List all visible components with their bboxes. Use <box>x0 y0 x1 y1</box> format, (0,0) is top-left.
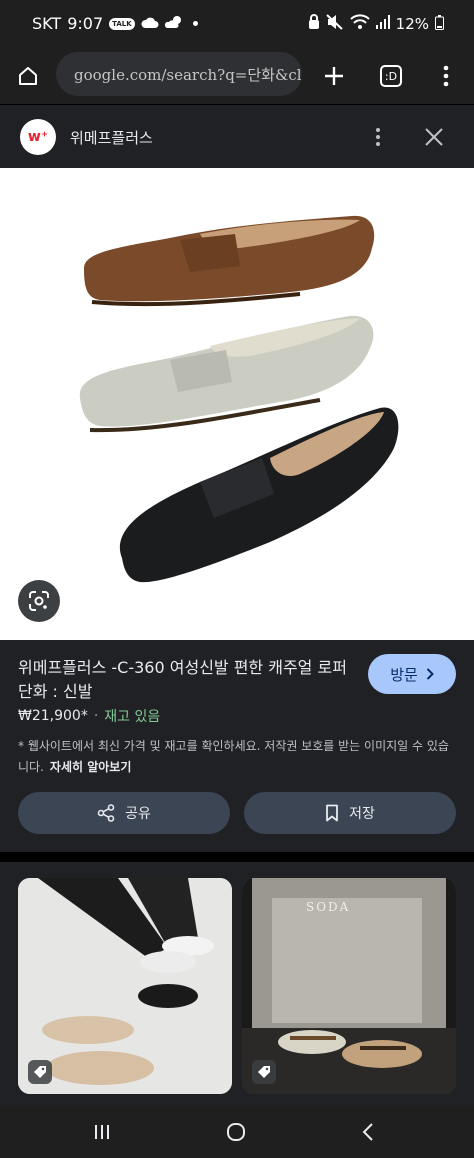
carrier: SKT <box>32 14 62 33</box>
more-vert-icon <box>376 128 380 132</box>
more-options-button[interactable] <box>366 121 390 153</box>
mute-icon <box>325 14 344 34</box>
related-images-grid: SODA <box>0 862 474 1106</box>
address-bar[interactable]: google.com/search?q=단화&cli <box>56 52 302 96</box>
cloud-icon <box>141 14 159 33</box>
time: 9:07 <box>67 14 104 33</box>
section-divider <box>0 852 474 862</box>
google-lens-button[interactable] <box>18 580 60 622</box>
home-icon <box>19 67 37 85</box>
visit-label: 방문 <box>390 665 418 684</box>
save-label: 저장 <box>349 806 375 822</box>
share-icon <box>97 804 115 822</box>
wifi-icon <box>349 14 370 34</box>
disclaimer: * 웹사이트에서 최신 가격 및 재고를 확인하세요. 저작권 보호를 받는 이… <box>18 736 454 778</box>
browser-menu-button[interactable] <box>426 56 466 96</box>
product-info-panel: 위메프플러스 -C-360 여성신발 편한 캐주얼 로퍼 단화 : 신발 방문 … <box>0 640 474 852</box>
close-icon <box>425 128 443 146</box>
signal-icon <box>375 15 390 33</box>
tab-count: :D <box>380 65 402 87</box>
recent-apps-button[interactable] <box>78 1114 126 1150</box>
separator: · <box>93 708 99 724</box>
plus-icon <box>325 67 343 85</box>
lens-icon <box>29 591 49 611</box>
price-row: ₩21,900* · 재고 있음 <box>18 706 160 726</box>
store-sign: SODA <box>306 900 351 914</box>
chevron-right-icon <box>426 668 434 680</box>
save-button[interactable]: 저장 <box>244 792 456 834</box>
battery-icon <box>435 14 444 34</box>
notification-dot-icon <box>192 21 198 26</box>
url-text: google.com/search?q=단화&cli <box>74 65 302 84</box>
talk-icon: TALK <box>109 17 135 30</box>
recent-apps-icon <box>95 1125 109 1139</box>
related-image-2[interactable]: SODA <box>242 878 456 1094</box>
more-vert-icon <box>443 65 449 87</box>
shopping-tag-icon <box>252 1060 276 1084</box>
bookmark-icon <box>326 804 339 822</box>
tab-switcher-button[interactable]: :D <box>371 56 411 96</box>
status-bar: SKT 9:07 TALK 12% <box>0 0 474 48</box>
share-button[interactable]: 공유 <box>18 792 230 834</box>
site-logo: w⁺ <box>20 119 56 155</box>
product-image[interactable] <box>0 168 474 640</box>
system-nav-bar <box>0 1106 474 1158</box>
close-button[interactable] <box>418 121 450 153</box>
visit-button[interactable]: 방문 <box>368 654 456 694</box>
lock-icon <box>308 14 320 34</box>
home-nav-button[interactable] <box>212 1114 260 1150</box>
related-image-1[interactable] <box>18 878 232 1094</box>
source-header: w⁺ 위메프플러스 <box>0 104 474 168</box>
site-name[interactable]: 위메프플러스 <box>70 127 153 148</box>
weather-icon <box>164 14 183 33</box>
new-tab-button[interactable] <box>314 56 354 96</box>
shopping-tag-icon <box>28 1060 52 1084</box>
product-title[interactable]: 위메프플러스 -C-360 여성신발 편한 캐주얼 로퍼 단화 : 신발 <box>18 656 348 704</box>
home-circle-icon <box>227 1123 245 1141</box>
back-button[interactable] <box>344 1114 392 1150</box>
loafers-illustration <box>79 215 399 583</box>
back-icon <box>362 1123 373 1141</box>
share-label: 공유 <box>125 806 151 822</box>
stock-status: 재고 있음 <box>104 709 161 725</box>
battery-text: 12% <box>395 15 429 33</box>
home-button[interactable] <box>8 56 48 96</box>
browser-toolbar: google.com/search?q=단화&cli :D <box>0 48 474 104</box>
learn-more-link[interactable]: 자세히 알아보기 <box>50 760 131 774</box>
price: ₩21,900* <box>18 708 88 724</box>
